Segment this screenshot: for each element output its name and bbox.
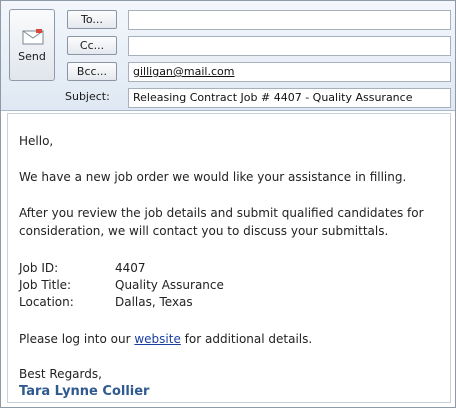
job-title-value: Quality Assurance [115, 278, 224, 292]
send-button[interactable]: Send [9, 9, 55, 81]
envelope-icon [22, 29, 44, 45]
subject-field[interactable]: Releasing Contract Job # 4407 - Quality … [128, 88, 451, 108]
job-id-label: Job ID: [19, 261, 59, 275]
review-paragraph-line2: consideration, we will contact you to di… [19, 224, 389, 238]
website-link[interactable]: website [134, 332, 181, 346]
location-value: Dallas, Texas [115, 295, 193, 309]
cc-button[interactable]: Cc... [67, 36, 117, 55]
compose-window: Send To... Cc... Bcc... gilligan@mail.co… [0, 0, 456, 408]
compose-header: Send To... Cc... Bcc... gilligan@mail.co… [1, 1, 455, 111]
intro-paragraph: We have a new job order we would like yo… [19, 170, 407, 184]
review-paragraph-line1: After you review the job details and sub… [19, 206, 424, 220]
cta-line: Please log into our website for addition… [19, 332, 312, 346]
message-body[interactable]: Hello, We have a new job order we would … [7, 113, 451, 403]
closing: Best Regards, [19, 367, 102, 381]
cc-field[interactable] [128, 36, 451, 56]
to-field[interactable] [128, 10, 451, 30]
bcc-field[interactable]: gilligan@mail.com [128, 62, 451, 82]
cta-text-before: Please log into our [19, 332, 135, 346]
send-label: Send [18, 50, 46, 63]
subject-label: Subject: [65, 90, 110, 103]
signature-name: Tara Lynne Collier [19, 384, 150, 399]
job-id-value: 4407 [115, 261, 146, 275]
job-title-label: Job Title: [19, 278, 72, 292]
cta-text-after: for additional details. [180, 332, 313, 346]
bcc-recipient[interactable]: gilligan@mail.com [133, 65, 234, 78]
location-label: Location: [19, 295, 74, 309]
bcc-button[interactable]: Bcc... [67, 62, 117, 81]
to-button[interactable]: To... [67, 10, 117, 29]
greeting: Hello, [19, 134, 54, 148]
